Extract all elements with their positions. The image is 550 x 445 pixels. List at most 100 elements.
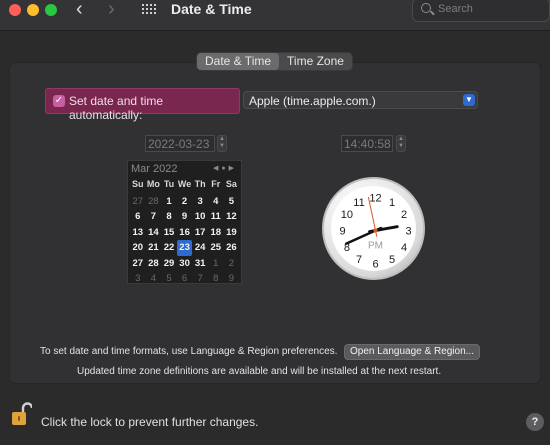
calendar-day[interactable]: 5 (161, 271, 177, 286)
calendar-day[interactable]: 31 (192, 256, 208, 271)
time-field[interactable]: 14:40:58 (341, 135, 393, 152)
timezone-update-note: Updated time zone definitions are availa… (77, 366, 442, 377)
calendar-day[interactable]: 3 (130, 271, 146, 286)
calendar-day[interactable]: 7 (146, 209, 162, 224)
tab-date-time[interactable]: Date & Time (197, 53, 280, 70)
calendar-day[interactable]: 6 (130, 209, 146, 224)
auto-time-checkbox[interactable]: ✓ (53, 95, 65, 107)
open-language-region-button[interactable]: Open Language & Region... (344, 344, 480, 360)
clock-numeral: 12 (369, 193, 381, 205)
calendar-day[interactable]: 21 (146, 240, 162, 255)
calendar-day[interactable]: 30 (177, 256, 193, 271)
calendar-day[interactable]: 25 (208, 240, 224, 255)
calendar-day[interactable]: 9 (177, 209, 193, 224)
clock-numeral: 4 (401, 242, 407, 254)
clock-numeral: 6 (372, 259, 378, 271)
calendar-day[interactable]: 27 (130, 256, 146, 271)
analog-clock: 12 1 2 3 4 5 6 7 8 9 10 11 PM (322, 177, 425, 280)
calendar-day[interactable]: 28 (146, 194, 162, 209)
clock-numeral: 2 (401, 209, 407, 221)
calendar-day[interactable]: 29 (161, 256, 177, 271)
calendar-day[interactable]: 1 (208, 256, 224, 271)
calendar-day[interactable]: 3 (192, 194, 208, 209)
close-window-button[interactable] (9, 4, 21, 16)
calendar-day[interactable]: 27 (130, 194, 146, 209)
clock-dial: 12 1234567891011PM (339, 193, 411, 271)
weekday-header: Mo (146, 179, 160, 189)
calendar-day[interactable]: 18 (208, 225, 224, 240)
calendar-day[interactable]: 7 (192, 271, 208, 286)
calendar-day[interactable]: 15 (161, 225, 177, 240)
title-bar: ‹ › Date & Time Search (0, 0, 550, 31)
calendar-day[interactable]: 24 (192, 240, 208, 255)
chevron-right-icon[interactable]: › (108, 0, 115, 19)
time-server-select[interactable]: Apple (time.apple.com.) ▼ (243, 91, 478, 109)
calendar-day[interactable]: 13 (130, 225, 146, 240)
tab-time-zone[interactable]: Time Zone (279, 53, 352, 70)
calendar-day[interactable]: 8 (161, 209, 177, 224)
calendar-day[interactable]: 9 (224, 271, 240, 286)
lock-text: Click the lock to prevent further change… (41, 415, 259, 429)
search-placeholder: Search (438, 3, 473, 15)
clock-ampm: PM (368, 241, 383, 252)
clock-numeral: 3 (405, 226, 411, 238)
calendar-day[interactable]: 14 (146, 225, 162, 240)
auto-time-row[interactable]: ✓ Set date and time automatically: (45, 88, 240, 122)
calendar-day[interactable]: 17 (192, 225, 208, 240)
help-button[interactable]: ? (526, 413, 544, 431)
zoom-window-button[interactable] (45, 4, 57, 16)
minimize-window-button[interactable] (27, 4, 39, 16)
calendar-day[interactable]: 6 (177, 271, 193, 286)
calendar-day[interactable]: 26 (224, 240, 240, 255)
calendar-day[interactable]: 22 (161, 240, 177, 255)
calendar-days: 27 28 1 2 3 4 5 6 7 8 9 10 11 12 13 14 15 16 17 18 19 20 21 22 2… (130, 194, 239, 286)
calendar-day[interactable]: 16 (177, 225, 193, 240)
weekday-header: Sa (225, 179, 237, 189)
calendar-day[interactable]: 20 (130, 240, 146, 255)
window-title: Date & Time (171, 1, 252, 17)
time-server-value: Apple (time.apple.com.) (249, 94, 376, 108)
clock-numeral: 5 (389, 254, 395, 266)
calendar-day[interactable]: 8 (208, 271, 224, 286)
chevron-down-icon[interactable]: ▼ (463, 94, 475, 106)
calendar-day[interactable]: 28 (146, 256, 162, 271)
weekday-header: We (177, 179, 192, 189)
weekday-header: Tu (163, 179, 175, 189)
weekday-header: Fr (211, 179, 221, 189)
clock-numeral: 1 (389, 197, 395, 209)
clock-numeral: 11 (353, 197, 364, 209)
formats-text: To set date and time formats, use Langua… (40, 346, 338, 357)
weekday-header: Th (194, 179, 206, 189)
date-value: 2022-03-23 (148, 137, 210, 151)
calendar-day[interactable]: 2 (177, 194, 193, 209)
calendar-day[interactable]: 19 (224, 225, 240, 240)
tab-bar: Date & Time Time Zone (196, 52, 353, 71)
search-input[interactable]: Search (412, 0, 550, 22)
calendar-day[interactable]: 2 (224, 256, 240, 271)
calendar-day[interactable]: 12 (224, 209, 240, 224)
date-field[interactable]: 2022-03-23 (145, 135, 215, 152)
clock-numeral: 7 (356, 254, 362, 266)
weekday-header: Su (132, 179, 144, 189)
calendar: Mar 2022 ◀●▶ Su Mo Tu We Th Fr Sa 27 28 1 2 3 4 5 6 7 8… (127, 160, 242, 284)
calendar-weekdays: Su Mo Tu We Th Fr Sa (130, 179, 239, 189)
calendar-day[interactable]: 4 (208, 194, 224, 209)
show-all-grid-icon[interactable] (142, 4, 156, 16)
search-icon (421, 3, 431, 13)
date-stepper[interactable]: ▲ ▼ (217, 135, 227, 152)
clock-numeral: 10 (341, 209, 353, 221)
calendar-day-selected[interactable]: 23 (176, 240, 193, 256)
calendar-day[interactable]: 10 (192, 209, 208, 224)
calendar-nav-arrows[interactable]: ◀●▶ (213, 164, 237, 172)
calendar-day[interactable]: 5 (224, 194, 240, 209)
calendar-month: Mar 2022 (131, 163, 178, 175)
time-value: 14:40:58 (344, 137, 391, 151)
auto-time-label: Set date and time automatically: (69, 94, 164, 122)
calendar-day[interactable]: 11 (208, 209, 224, 224)
chevron-left-icon[interactable]: ‹ (76, 0, 83, 19)
calendar-day[interactable]: 1 (161, 194, 177, 209)
lock-icon[interactable] (12, 402, 32, 426)
clock-center (373, 228, 378, 233)
calendar-day[interactable]: 4 (146, 271, 162, 286)
time-stepper[interactable]: ▲ ▼ (396, 135, 406, 152)
